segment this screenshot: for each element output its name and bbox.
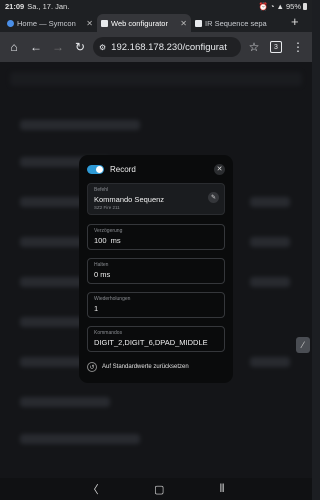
signal-icon: ▲ (276, 1, 284, 11)
field-subtext: SZ2 Fire 211 (94, 205, 120, 210)
menu-icon[interactable]: ⋮ (289, 38, 307, 56)
site-info-icon[interactable]: ⚙ (99, 43, 106, 52)
kommandos-input[interactable]: Kommandos DIGIT_2,DIGIT_6,DPAD_MIDDLE (87, 326, 225, 352)
new-tab-icon[interactable]: + (291, 14, 299, 29)
tab-count: 3 (270, 41, 282, 53)
reset-label: Auf Standardwerte zurücksetzen (102, 364, 189, 370)
browser-toolbar: ⌂ ← → ↻ ⚙ 192.168.178.230/configurat ☆ 3… (0, 32, 312, 62)
field-label: Halten (94, 262, 109, 268)
tab-ir-sequence[interactable]: IR Sequence sepa (191, 14, 285, 32)
drag-handle-icon[interactable]: ⁄ (296, 337, 310, 353)
field-value: 0 ms (94, 270, 111, 279)
field-value: Kommando Sequenz (94, 195, 165, 204)
bookmark-star-icon[interactable]: ☆ (245, 38, 263, 56)
reload-icon[interactable]: ↻ (71, 38, 89, 56)
tab-switcher-button[interactable]: 3 (267, 38, 285, 56)
symcon-favicon-icon (7, 19, 14, 27)
verzoegerung-input[interactable]: Verzögerung 100 ms (87, 224, 225, 250)
close-tab-icon[interactable]: ✕ (86, 19, 93, 28)
dialog-title: Record (110, 164, 136, 174)
tab-web-configurator[interactable]: Web configurator ✕ (97, 14, 191, 32)
status-date: Sa., 17. Jan. (27, 1, 70, 11)
tab-home-symcon[interactable]: Home — Symcon ✕ (3, 14, 97, 32)
edit-icon[interactable]: ✎ (208, 192, 219, 203)
url-text: 192.168.178.230/configurat (111, 41, 227, 53)
tab-label: IR Sequence sepa (205, 18, 267, 28)
wiederholungen-input[interactable]: Wiederholungen 1 (87, 292, 225, 318)
back-icon[interactable]: ← (27, 38, 45, 56)
field-value: 1 (94, 304, 99, 313)
home-icon[interactable]: ⌂ (5, 38, 23, 56)
nav-back-icon[interactable]: 〈 (88, 481, 99, 497)
browser-tab-strip: Home — Symcon ✕ Web configurator ✕ IR Se… (0, 12, 312, 32)
system-nav-bar: 〈 ▢ ⫴ (0, 478, 312, 500)
tab-label: Home — Symcon (17, 18, 76, 28)
field-label: Kommandos (94, 330, 123, 336)
befehl-field[interactable]: Befehl Kommando Sequenz SZ2 Fire 211 ✎ (87, 183, 225, 215)
status-bar: 21:09 Sa., 17. Jan. ⏰ ◔ ▲ 95% (0, 0, 312, 12)
nav-recents-icon[interactable]: ⫴ (220, 483, 225, 496)
field-value: 100 ms (94, 236, 121, 245)
battery-icon (303, 2, 307, 10)
battery-text: 95% (285, 1, 301, 11)
halten-input[interactable]: Halten 0 ms (87, 258, 225, 284)
forward-icon[interactable]: → (49, 38, 67, 56)
page-favicon-icon (195, 19, 202, 27)
field-label: Wiederholungen (94, 296, 131, 302)
status-time: 21:09 (5, 1, 25, 11)
field-value: DIGIT_2,DIGIT_6,DPAD_MIDDLE (94, 338, 208, 347)
field-label: Befehl (94, 187, 109, 193)
tab-label: Web configurator (111, 18, 168, 28)
reset-icon: ↺ (87, 362, 97, 372)
address-bar[interactable]: ⚙ 192.168.178.230/configurat (93, 37, 241, 57)
page-favicon-icon (101, 19, 108, 27)
close-icon[interactable]: ✕ (214, 163, 225, 175)
field-label: Verzögerung (94, 228, 123, 234)
wifi-icon: ◔ (270, 1, 275, 11)
nav-home-icon[interactable]: ▢ (154, 483, 164, 496)
dialog-header: Record ✕ (87, 162, 225, 176)
close-tab-icon[interactable]: ✕ (180, 19, 187, 28)
alarm-icon: ⏰ (258, 1, 269, 11)
record-dialog: Record ✕ Befehl Kommando Sequenz SZ2 Fir… (79, 155, 233, 383)
record-toggle[interactable] (87, 164, 104, 174)
reset-defaults-button[interactable]: ↺ Auf Standardwerte zurücksetzen (87, 362, 189, 372)
